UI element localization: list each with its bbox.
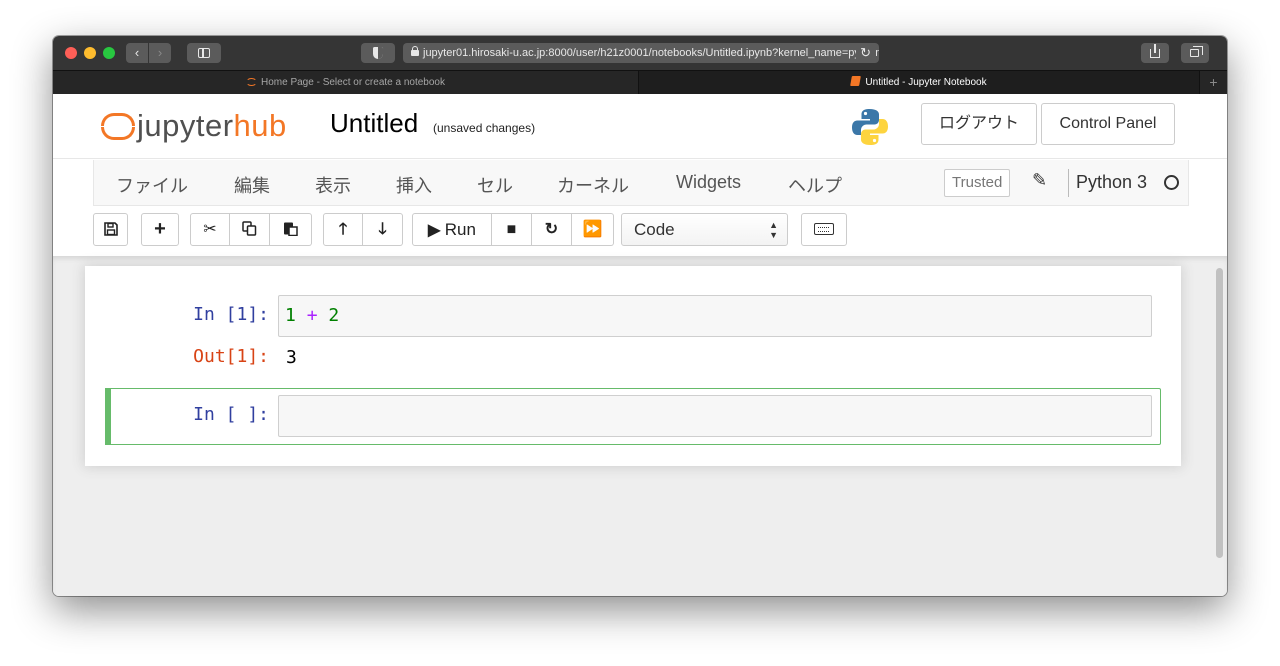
share-icon bbox=[1150, 44, 1160, 58]
restart-button[interactable]: ↻ bbox=[532, 213, 572, 246]
browser-window: ‹ › jupyter01.hirosaki-u.ac.jp:8000/user… bbox=[53, 36, 1227, 596]
copy-button[interactable] bbox=[230, 213, 270, 246]
reload-icon[interactable]: ↻ bbox=[856, 43, 875, 63]
title-bar: ‹ › jupyter01.hirosaki-u.ac.jp:8000/user… bbox=[53, 36, 1227, 70]
select-arrows-icon: ▲ ▼ bbox=[769, 220, 778, 240]
cut-icon: ✂ bbox=[203, 221, 217, 238]
privacy-report-button[interactable] bbox=[361, 43, 395, 63]
sidebar-toggle-button[interactable] bbox=[187, 43, 221, 63]
save-status: (unsaved changes) bbox=[433, 121, 536, 135]
input-prompt: In [ ]: bbox=[193, 404, 269, 425]
notebook-area: In [1]: 1 + 2 Out[1]: 3 In [ ]: bbox=[53, 256, 1227, 596]
save-icon bbox=[103, 222, 118, 236]
plus-icon: + bbox=[154, 218, 166, 240]
tab-label: Untitled - Jupyter Notebook bbox=[865, 77, 987, 88]
restart-run-all-button[interactable]: ⏩ bbox=[572, 213, 614, 246]
paste-icon bbox=[284, 222, 298, 237]
notebook-page: In [1]: 1 + 2 Out[1]: 3 In [ ]: bbox=[85, 266, 1181, 466]
input-prompt: In [1]: bbox=[193, 304, 269, 325]
output-prompt: Out[1]: bbox=[193, 346, 269, 367]
kernel-name: Python 3 bbox=[1076, 172, 1148, 192]
code-token: + bbox=[306, 305, 318, 326]
run-label: Run bbox=[444, 220, 476, 239]
kernel-separator bbox=[1068, 169, 1069, 197]
address-bar[interactable]: jupyter01.hirosaki-u.ac.jp:8000/user/h21… bbox=[403, 43, 879, 63]
jupyterhub-logo[interactable]: jupyterhub bbox=[99, 104, 309, 148]
command-palette-button[interactable] bbox=[801, 213, 847, 246]
copy-icon bbox=[242, 221, 257, 236]
chevron-right-icon: › bbox=[157, 45, 163, 60]
shield-icon bbox=[373, 47, 383, 59]
menu-view[interactable]: 表示 bbox=[315, 172, 351, 198]
jupyter-favicon-icon bbox=[246, 78, 257, 86]
cut-button[interactable]: ✂ bbox=[190, 213, 230, 246]
fast-forward-icon: ⏩ bbox=[582, 221, 603, 238]
menu-kernel[interactable]: カーネル bbox=[557, 172, 629, 198]
menu-widgets[interactable]: Widgets bbox=[676, 172, 741, 193]
cell-type-value: Code bbox=[634, 220, 675, 239]
paste-button[interactable] bbox=[270, 213, 312, 246]
kernel-idle-icon bbox=[1164, 175, 1179, 190]
code-token: 1 bbox=[285, 305, 296, 326]
minimize-window-button[interactable] bbox=[84, 47, 96, 59]
tab-label: Home Page - Select or create a notebook bbox=[261, 77, 445, 88]
show-tabs-button[interactable] bbox=[1181, 43, 1209, 63]
restart-icon: ↻ bbox=[544, 221, 559, 238]
arrow-down-icon: 🡓 bbox=[378, 221, 387, 238]
tab-untitled-notebook[interactable]: Untitled - Jupyter Notebook bbox=[640, 71, 1198, 94]
new-tab-button[interactable]: + bbox=[1199, 71, 1227, 94]
menu-insert[interactable]: 挿入 bbox=[396, 172, 432, 198]
logout-button[interactable]: ログアウト bbox=[921, 103, 1037, 145]
keyboard-icon bbox=[814, 223, 834, 235]
menu-cell[interactable]: セル bbox=[477, 172, 513, 198]
menu-bar: ファイル 編集 表示 挿入 セル カーネル Widgets ヘルプ Truste… bbox=[93, 160, 1189, 206]
menu-edit[interactable]: 編集 bbox=[234, 172, 270, 198]
back-button[interactable]: ‹ bbox=[126, 43, 148, 63]
lock-icon bbox=[411, 46, 419, 56]
move-up-button[interactable]: 🡑 bbox=[323, 213, 363, 246]
notebook-title[interactable]: Untitled bbox=[330, 108, 418, 139]
stop-icon: ■ bbox=[506, 221, 517, 238]
notebook-favicon-icon bbox=[850, 76, 862, 86]
scrollbar[interactable] bbox=[1216, 268, 1223, 558]
code-input[interactable] bbox=[278, 395, 1152, 437]
cell-output: 3 bbox=[286, 347, 297, 368]
tab-strip: Home Page - Select or create a notebook … bbox=[53, 70, 1227, 94]
forward-button[interactable]: › bbox=[149, 43, 171, 63]
trusted-indicator[interactable]: Trusted bbox=[944, 169, 1011, 197]
code-input[interactable]: 1 + 2 bbox=[278, 295, 1152, 337]
arrow-up-icon: 🡑 bbox=[338, 221, 348, 238]
interrupt-button[interactable]: ■ bbox=[492, 213, 532, 246]
url-text: jupyter01.hirosaki-u.ac.jp:8000/user/h21… bbox=[423, 47, 879, 59]
run-icon: ▶ bbox=[428, 222, 441, 239]
pencil-icon[interactable]: ✎ bbox=[1032, 170, 1047, 191]
sidebar-icon bbox=[198, 48, 210, 58]
code-token: 2 bbox=[328, 305, 340, 326]
jupyter-header: jupyterhub Untitled (unsaved changes) ログ… bbox=[53, 94, 1227, 159]
menu-help[interactable]: ヘルプ bbox=[788, 172, 842, 198]
save-button[interactable] bbox=[93, 213, 128, 246]
logo-text: jupyterhub bbox=[137, 108, 287, 143]
tabs-icon bbox=[1190, 46, 1203, 57]
control-panel-button[interactable]: Control Panel bbox=[1041, 103, 1175, 145]
zoom-window-button[interactable] bbox=[103, 47, 115, 59]
tab-home-page[interactable]: Home Page - Select or create a notebook bbox=[53, 71, 639, 94]
share-button[interactable] bbox=[1141, 43, 1169, 63]
notebook-toolbar: + ✂ 🡑 🡓 ▶ Run ■ ↻ ⏩ Code ▲ ▼ bbox=[53, 206, 1227, 256]
chevron-left-icon: ‹ bbox=[134, 45, 140, 60]
move-down-button[interactable]: 🡓 bbox=[363, 213, 403, 246]
menu-file[interactable]: ファイル bbox=[116, 172, 188, 198]
insert-cell-button[interactable]: + bbox=[141, 213, 179, 246]
close-window-button[interactable] bbox=[65, 47, 77, 59]
run-button[interactable]: ▶ Run bbox=[412, 213, 492, 246]
cell-type-select[interactable]: Code ▲ ▼ bbox=[621, 213, 788, 246]
python-logo-icon bbox=[852, 109, 888, 145]
jupyter-logo-icon bbox=[101, 113, 135, 140]
